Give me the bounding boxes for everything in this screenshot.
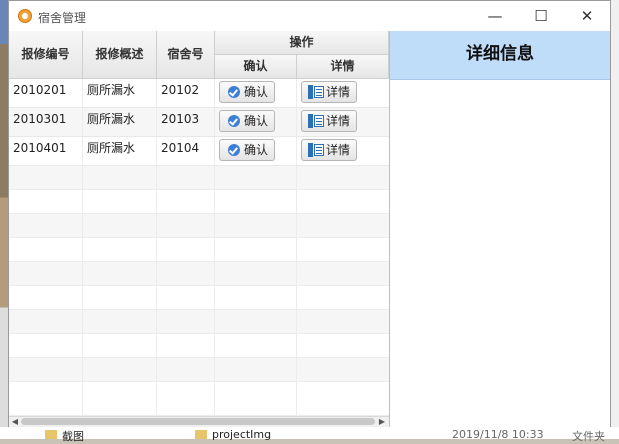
table-row[interactable]: 2010301 厕所漏水 20103 确认 详情	[9, 108, 389, 137]
book-icon	[308, 114, 324, 128]
explorer-item-date: 2019/11/8 10:33	[452, 428, 544, 441]
desktop-background-right	[611, 0, 619, 427]
window-title: 宿舍管理	[38, 11, 87, 25]
confirm-button-label: 确认	[244, 85, 269, 99]
scroll-left-arrow-icon[interactable]: ◀	[10, 417, 20, 427]
app-icon	[18, 9, 32, 23]
cell-confirm: 确认	[215, 79, 297, 107]
close-button[interactable]: ✕	[564, 1, 610, 31]
folder-icon	[45, 430, 57, 439]
cell-detail: 详情	[297, 108, 389, 136]
cell-confirm: 确认	[215, 108, 297, 136]
detail-panel: 详细信息	[390, 31, 610, 427]
cell-dorm-no: 20104	[157, 137, 215, 165]
cell-dorm-no: 20103	[157, 108, 215, 136]
check-circle-icon	[228, 115, 240, 127]
scrollbar-thumb[interactable]	[21, 418, 375, 425]
cell-detail: 详情	[297, 137, 389, 165]
cell-description: 厕所漏水	[83, 79, 157, 107]
cell-dorm-no: 20102	[157, 79, 215, 107]
dorm-management-window: 宿舍管理 — ☐ ✕ 报修编号 报修概述 宿舍号 操作 确认 详情 201020…	[8, 0, 611, 427]
repair-table: 报修编号 报修概述 宿舍号 操作 确认 详情 2010201 厕所漏水 2010…	[9, 31, 390, 427]
book-icon	[308, 143, 324, 157]
cell-repair-no: 2010201	[9, 79, 83, 107]
explorer-item-type: 文件夹	[572, 430, 605, 443]
confirm-button-label: 确认	[244, 114, 269, 128]
detail-button-label: 详情	[326, 143, 351, 157]
explorer-item-name: projectImg	[212, 428, 272, 441]
scroll-right-arrow-icon[interactable]: ▶	[377, 417, 387, 427]
minimize-button[interactable]: —	[472, 1, 518, 31]
cell-confirm: 确认	[215, 137, 297, 165]
column-header-repair-no[interactable]: 报修编号	[9, 31, 83, 79]
table-row[interactable]: 2010201 厕所漏水 20102 确认 详情	[9, 79, 389, 108]
confirm-button[interactable]: 确认	[219, 110, 276, 132]
table-row[interactable]: 2010401 厕所漏水 20104 确认 详情	[9, 137, 389, 166]
detail-button-label: 详情	[326, 85, 351, 99]
folder-icon	[195, 430, 207, 439]
column-header-operation[interactable]: 操作	[215, 31, 389, 55]
title-bar[interactable]: 宿舍管理 — ☐ ✕	[9, 1, 610, 31]
cell-description: 厕所漏水	[83, 108, 157, 136]
check-circle-icon	[228, 86, 240, 98]
detail-button[interactable]: 详情	[301, 81, 358, 103]
detail-button[interactable]: 详情	[301, 139, 358, 161]
column-header-confirm[interactable]: 确认	[215, 55, 297, 79]
cell-repair-no: 2010401	[9, 137, 83, 165]
confirm-button[interactable]: 确认	[219, 81, 276, 103]
column-header-dorm-no[interactable]: 宿舍号	[157, 31, 215, 79]
book-icon	[308, 85, 324, 99]
detail-panel-title: 详细信息	[390, 31, 610, 80]
cell-description: 厕所漏水	[83, 137, 157, 165]
maximize-button[interactable]: ☐	[518, 1, 564, 31]
check-circle-icon	[228, 144, 240, 156]
horizontal-scrollbar[interactable]: ◀ ▶	[9, 416, 389, 427]
confirm-button-label: 确认	[244, 143, 269, 157]
column-header-detail[interactable]: 详情	[297, 55, 389, 79]
column-header-description[interactable]: 报修概述	[83, 31, 157, 79]
detail-button-label: 详情	[326, 114, 351, 128]
confirm-button[interactable]: 确认	[219, 139, 276, 161]
explorer-item-name: 截图	[62, 430, 84, 443]
cell-repair-no: 2010301	[9, 108, 83, 136]
cell-detail: 详情	[297, 79, 389, 107]
detail-button[interactable]: 详情	[301, 110, 358, 132]
